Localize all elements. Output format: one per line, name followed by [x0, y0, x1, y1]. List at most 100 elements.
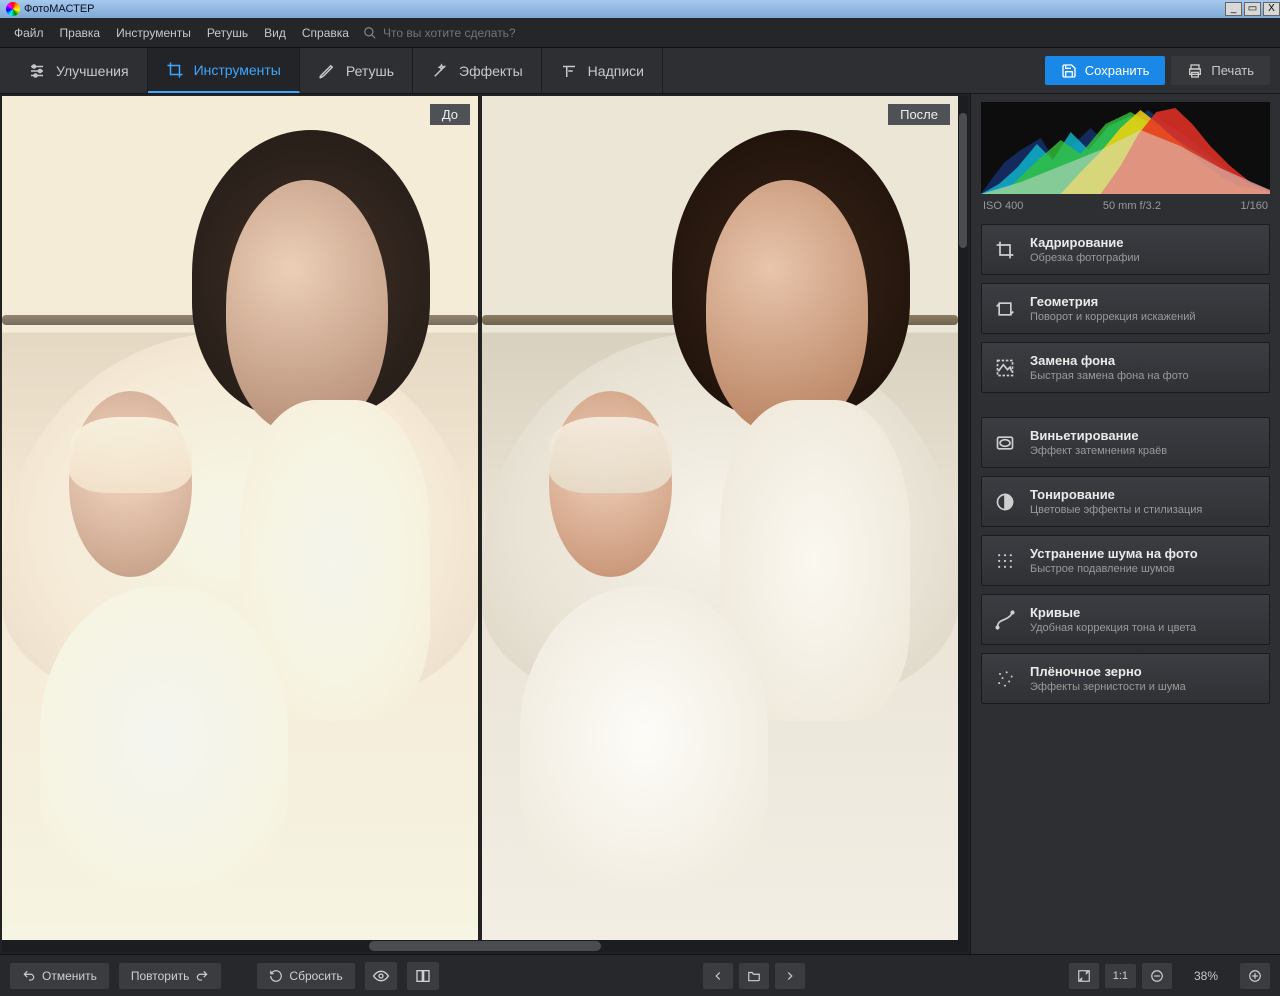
- tool-desc: Обрезка фотографии: [1030, 252, 1140, 264]
- tool-denoise[interactable]: Устранение шума на фото Быстрое подавлени…: [981, 535, 1270, 586]
- tool-grain[interactable]: Плёночное зерно Эффекты зернистости и шум…: [981, 653, 1270, 704]
- app-logo-icon: [6, 2, 20, 16]
- print-button[interactable]: Печать: [1171, 56, 1270, 85]
- eye-icon: [373, 968, 389, 984]
- redo-label: Повторить: [131, 969, 190, 983]
- tool-desc: Цветовые эффекты и стилизация: [1030, 504, 1202, 516]
- folder-icon: [747, 969, 761, 983]
- tool-desc: Удобная коррекция тона и цвета: [1030, 622, 1196, 634]
- crop-icon: [166, 61, 184, 79]
- compare-toggle-button[interactable]: [407, 962, 439, 990]
- grain-icon: [994, 668, 1016, 690]
- menu-retouch[interactable]: Ретушь: [199, 22, 256, 44]
- bg-replace-icon: [994, 357, 1016, 379]
- plus-icon: [1248, 969, 1262, 983]
- after-badge: После: [888, 104, 950, 125]
- tab-text[interactable]: Надписи: [542, 48, 663, 93]
- denoise-icon: [994, 550, 1016, 572]
- brush-icon: [318, 62, 336, 80]
- save-button[interactable]: Сохранить: [1045, 56, 1166, 85]
- after-photo: [482, 96, 958, 940]
- chevron-right-icon: [783, 969, 797, 983]
- prev-button[interactable]: [703, 963, 733, 989]
- tab-retouch[interactable]: Ретушь: [300, 48, 413, 93]
- tool-bg-replace[interactable]: Замена фона Быстрая замена фона на фото: [981, 342, 1270, 393]
- tabbar: Улучшения Инструменты Ретушь Эффекты Над…: [0, 48, 1280, 94]
- after-pane[interactable]: После: [482, 96, 958, 940]
- redo-button[interactable]: Повторить: [119, 963, 222, 989]
- main-area: До После: [0, 94, 1280, 954]
- right-panel: ISO 400 50 mm f/3.2 1/160 КадрированиеОб…: [970, 94, 1280, 954]
- tool-list: КадрированиеОбрезка фотографии Геометрия…: [971, 224, 1280, 704]
- window-close-button[interactable]: X: [1263, 2, 1280, 16]
- tool-desc: Эффекты зернистости и шума: [1030, 681, 1186, 693]
- tool-title: Плёночное зерно: [1030, 664, 1186, 679]
- before-pane[interactable]: До: [2, 96, 478, 940]
- next-button[interactable]: [775, 963, 805, 989]
- curves-icon: [994, 609, 1016, 631]
- tool-vignette[interactable]: ВиньетированиеЭффект затемнения краёв: [981, 417, 1270, 468]
- menu-view[interactable]: Вид: [256, 22, 294, 44]
- zoom-in-button[interactable]: [1240, 963, 1270, 989]
- print-icon: [1187, 63, 1203, 79]
- tool-title: Виньетирование: [1030, 428, 1167, 443]
- horizontal-scrollbar[interactable]: [2, 940, 968, 952]
- canvas-area: До После: [0, 94, 970, 940]
- window-minimize-button[interactable]: _: [1225, 2, 1242, 16]
- toning-icon: [994, 491, 1016, 513]
- menu-help[interactable]: Справка: [294, 22, 357, 44]
- tab-enhance[interactable]: Улучшения: [10, 48, 148, 93]
- menu-tools[interactable]: Инструменты: [108, 22, 199, 44]
- minus-icon: [1150, 969, 1164, 983]
- tool-crop[interactable]: КадрированиеОбрезка фотографии: [981, 224, 1270, 275]
- tool-desc: Быстрое подавление шумов: [1030, 563, 1198, 575]
- tool-toning[interactable]: Тонирование Цветовые эффекты и стилизация: [981, 476, 1270, 527]
- reset-button[interactable]: Сбросить: [257, 963, 354, 989]
- geometry-icon: [994, 298, 1016, 320]
- chevron-left-icon: [711, 969, 725, 983]
- undo-icon: [22, 969, 36, 983]
- histogram[interactable]: [981, 102, 1270, 194]
- tool-title: Геометрия: [1030, 294, 1195, 309]
- tab-label: Улучшения: [56, 63, 129, 79]
- before-photo: [2, 96, 478, 940]
- menu-edit[interactable]: Правка: [52, 22, 109, 44]
- save-label: Сохранить: [1085, 63, 1150, 78]
- preview-toggle-button[interactable]: [365, 962, 397, 990]
- tool-title: Устранение шума на фото: [1030, 546, 1198, 561]
- tool-desc: Быстрая замена фона на фото: [1030, 370, 1189, 382]
- zoom-out-button[interactable]: [1142, 963, 1172, 989]
- titlebar: ФотоМАСТЕР _ ▭ X: [0, 0, 1280, 18]
- vignette-icon: [994, 432, 1016, 454]
- compare-icon: [415, 968, 431, 984]
- window-maximize-button[interactable]: ▭: [1244, 2, 1261, 16]
- bottombar: Отменить Повторить Сбросить 1:1 38%: [0, 954, 1280, 996]
- sliders-icon: [28, 62, 46, 80]
- tab-effects[interactable]: Эффекты: [413, 48, 542, 93]
- actual-size-button[interactable]: 1:1: [1105, 964, 1136, 988]
- open-folder-button[interactable]: [739, 963, 769, 989]
- canvas-column: До После: [0, 94, 970, 954]
- save-icon: [1061, 63, 1077, 79]
- tool-desc: Поворот и коррекция искажений: [1030, 311, 1195, 323]
- tab-tools[interactable]: Инструменты: [148, 48, 300, 93]
- tool-curves[interactable]: Кривые Удобная коррекция тона и цвета: [981, 594, 1270, 645]
- nav-group: [703, 963, 805, 989]
- tool-geometry[interactable]: Геометрия Поворот и коррекция искажений: [981, 283, 1270, 334]
- vertical-scrollbar[interactable]: [958, 96, 968, 940]
- search-container: [363, 26, 623, 40]
- meta-iso: ISO 400: [983, 200, 1023, 212]
- tool-title: Замена фона: [1030, 353, 1189, 368]
- fit-screen-button[interactable]: [1069, 963, 1099, 989]
- wand-icon: [431, 62, 449, 80]
- tool-title: Кривые: [1030, 605, 1196, 620]
- tab-label: Ретушь: [346, 63, 394, 79]
- tool-title: Тонирование: [1030, 487, 1202, 502]
- print-label: Печать: [1211, 63, 1254, 78]
- actual-size-label: 1:1: [1113, 970, 1128, 982]
- undo-button[interactable]: Отменить: [10, 963, 109, 989]
- menu-file[interactable]: Файл: [6, 22, 52, 44]
- undo-label: Отменить: [42, 969, 97, 983]
- search-input[interactable]: [383, 26, 623, 40]
- fit-icon: [1077, 969, 1091, 983]
